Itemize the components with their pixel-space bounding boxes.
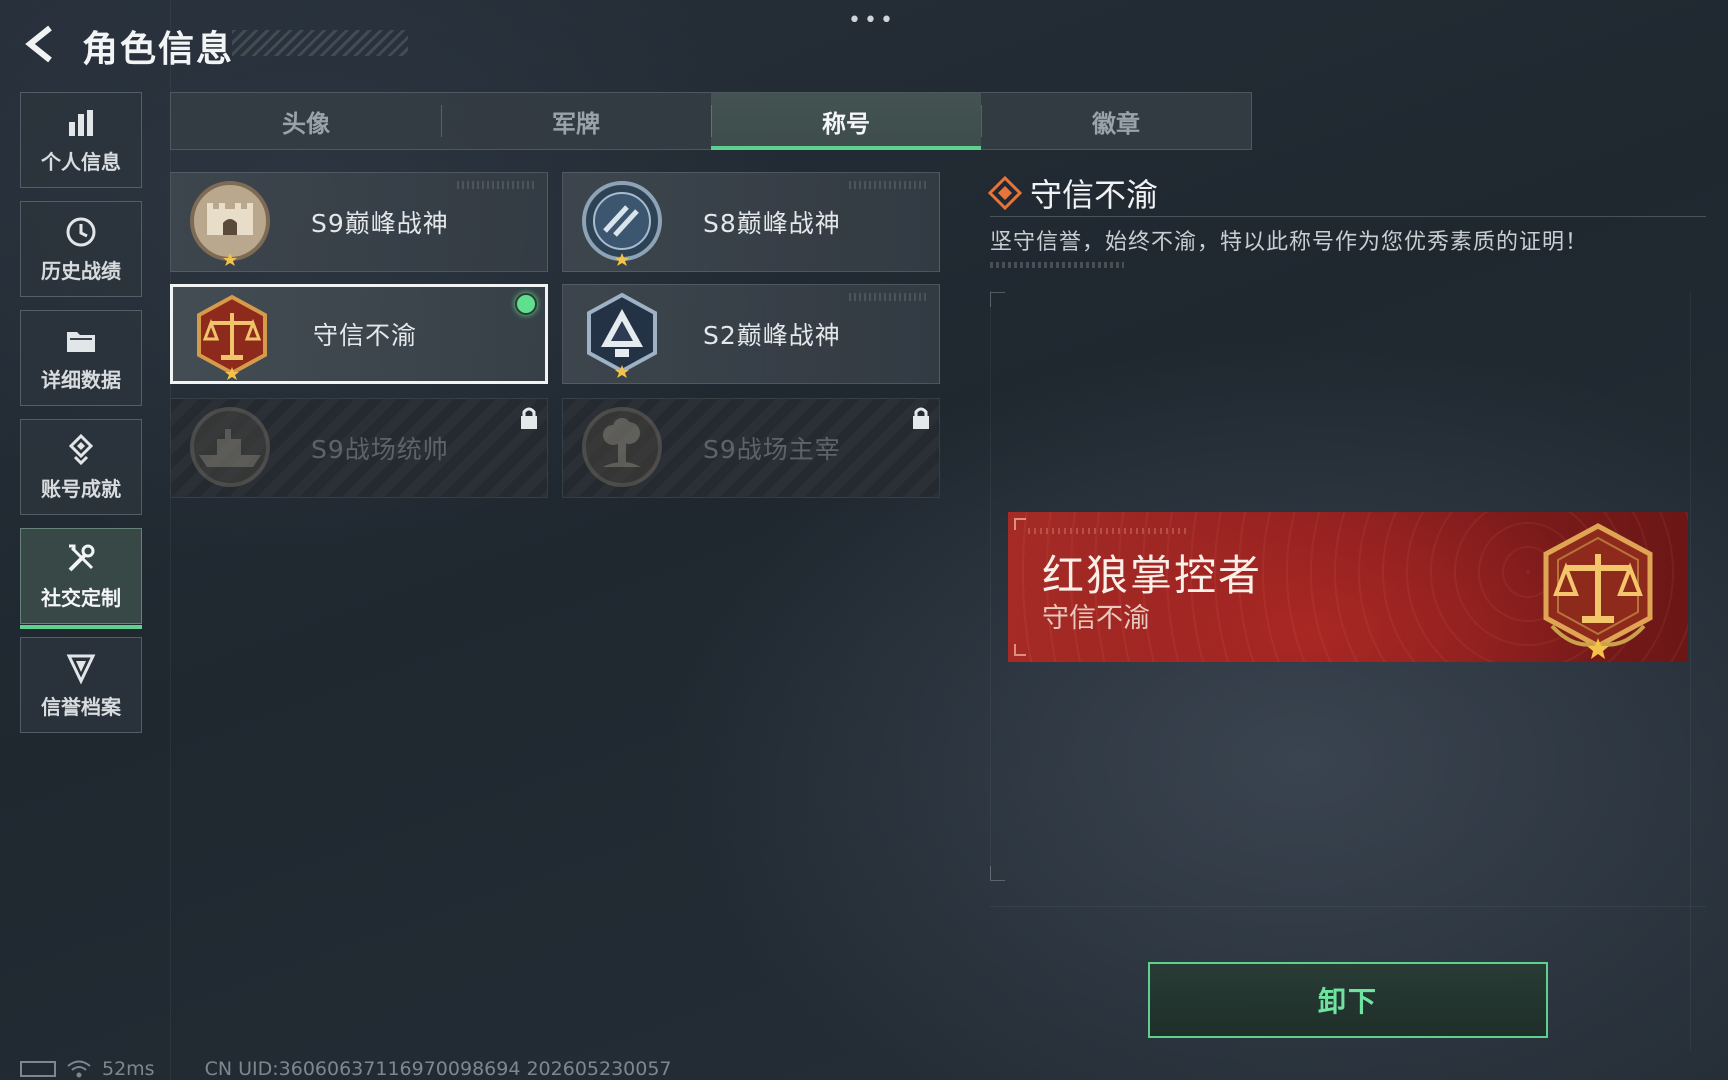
title-banner-preview: 红狼掌控者 守信不渝 (1008, 512, 1688, 662)
ping-label: 52ms (102, 1058, 155, 1080)
title-card-label: S9战场统帅 (311, 435, 449, 464)
detail-decoration (990, 262, 1124, 268)
status-footer: 52ms CN UID:3606063711697009​8694 202605… (20, 1058, 672, 1080)
tab-badge[interactable]: 徽章 (981, 93, 1251, 149)
card-decoration (457, 181, 537, 189)
justice-scale-emblem-icon (1543, 523, 1653, 659)
grid-line (170, 0, 171, 1080)
sidebar-item-credit[interactable]: 信誉档案 (20, 637, 142, 733)
title-stripe-decoration (232, 30, 408, 56)
sidebar-item-label: 社交定制 (41, 585, 121, 610)
divider (990, 216, 1706, 217)
sidebar-item-details[interactable]: 详细数据 (20, 310, 142, 406)
frame-corner (990, 292, 1005, 307)
bar-chart-icon (69, 109, 93, 136)
banner-corner (1014, 518, 1026, 530)
detail-description: 坚守信誉，始终不渝，特以此称号作为您优秀素质的证明！ (990, 230, 1589, 255)
justice-scale-emblem-icon (197, 294, 267, 380)
title-card-locked[interactable]: S9战场主宰 (562, 398, 940, 498)
sidebar-item-achievements[interactable]: 账号成就 (20, 419, 142, 515)
detail-title: 守信不渝 (1030, 176, 1159, 214)
grid-line (990, 906, 1706, 907)
battery-icon (20, 1061, 56, 1077)
grid-line (990, 290, 991, 880)
blue-stripe-emblem-icon (582, 181, 662, 266)
category-tabs: 头像 军牌 称号 徽章 (170, 92, 1252, 150)
achievement-medal-icon (68, 433, 94, 465)
clock-history-icon (66, 217, 96, 246)
title-card[interactable]: S8巅峰战神 (562, 172, 940, 272)
wifi-icon (67, 1060, 91, 1078)
title-card[interactable]: S9巅峰战神 (170, 172, 548, 272)
title-card-label: S2巅峰战神 (703, 321, 841, 350)
title-card[interactable]: S2巅峰战神 (562, 284, 940, 384)
page-title: 角色信息 (82, 29, 235, 70)
sidebar-item-history[interactable]: 历史战绩 (20, 201, 142, 297)
unequip-button[interactable]: 卸下 (1148, 962, 1548, 1038)
back-arrow-icon[interactable] (20, 22, 60, 66)
sidebar-item-social[interactable]: 社交定制 (20, 528, 142, 629)
banner-corner (1014, 644, 1026, 656)
uid-label: CN UID:3606063711697009​8694 20260523005… (204, 1058, 672, 1080)
sidebar-item-label: 详细数据 (41, 367, 121, 392)
banner-player-name: 红狼掌控者 (1042, 551, 1263, 600)
warship-emblem-icon (190, 407, 270, 487)
tab-title[interactable]: 称号 (711, 93, 981, 150)
title-card-label: S9巅峰战神 (311, 209, 449, 238)
equipped-indicator (515, 293, 537, 315)
sidebar-item-label: 历史战绩 (41, 258, 121, 283)
sidebar-item-label: 账号成就 (41, 476, 121, 501)
card-decoration (849, 181, 929, 189)
title-card-label: S8巅峰战神 (703, 209, 841, 238)
grid-line (1690, 290, 1691, 1050)
title-card-label: 守信不渝 (313, 321, 418, 350)
lock-icon (913, 407, 929, 429)
tab-avatar[interactable]: 头像 (171, 93, 441, 149)
navy-crest-emblem-icon (587, 292, 657, 378)
title-card-locked[interactable]: S9战场统帅 (170, 398, 548, 498)
sidebar-item-label: 个人信息 (41, 149, 121, 174)
diamond-badge-icon (988, 176, 1022, 210)
banner-decoration (1028, 528, 1188, 534)
sidebar-item-personal-info[interactable]: 个人信息 (20, 92, 142, 188)
title-card-label: S9战场主宰 (703, 435, 841, 464)
folder-icon (67, 331, 95, 352)
sidebar: 个人信息 历史战绩 详细数据 账号成就 社交定制 信誉档案 (20, 92, 144, 746)
card-decoration (849, 293, 929, 301)
tools-icon (68, 544, 95, 571)
more-dots-icon[interactable]: ••• (848, 8, 896, 33)
frame-corner (990, 866, 1005, 881)
banner-title: 守信不渝 (1042, 603, 1150, 634)
lock-icon (521, 407, 537, 429)
tab-dog-tag[interactable]: 军牌 (441, 93, 711, 149)
title-card-selected[interactable]: 守信不渝 (170, 284, 548, 384)
fortress-emblem-icon (190, 181, 270, 266)
explosion-emblem-icon (582, 407, 662, 487)
credit-shield-icon (66, 654, 96, 684)
sidebar-item-label: 信誉档案 (41, 694, 121, 719)
